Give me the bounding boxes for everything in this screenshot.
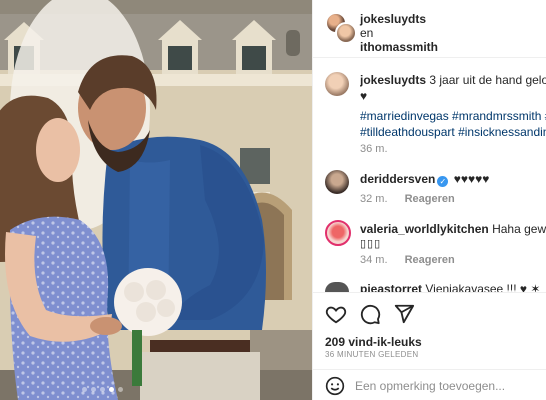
emoji-icon[interactable] <box>325 376 345 396</box>
collab-names: jokesluydts en ithomassmith <box>360 12 438 54</box>
carousel-dot[interactable] <box>82 387 87 392</box>
comment-input[interactable] <box>355 377 540 395</box>
caption-text: jokesluydts 3 jaar uit de hand gelopen l… <box>360 72 546 104</box>
avatar[interactable] <box>325 72 349 96</box>
collab-joiner: en <box>360 26 374 40</box>
post-age: 36 MINUTEN GELEDEN <box>325 350 419 359</box>
post-photo[interactable] <box>0 0 312 400</box>
wedding-photo-illustration <box>0 0 312 400</box>
heart-emoji: ♥ <box>360 89 368 103</box>
comment-text: Haha geweldig ▯ <box>492 222 546 236</box>
comment-text: Vieniakavasee !!! ♥ ✶ <box>425 282 541 292</box>
caption-timestamp: 36 m. <box>360 143 388 155</box>
hashtags: #marriedinvegas #mrandmrssmith #likei #t… <box>360 108 546 140</box>
reply-button[interactable]: Reageren <box>405 193 455 205</box>
post-sidebar: jokesluydts en ithomassmith jokesluydts … <box>312 0 546 400</box>
avatar[interactable] <box>325 282 349 292</box>
post-actions: 209 vind-ik-leuks 36 MINUTEN GELEDEN <box>313 292 546 362</box>
like-count[interactable]: 209 vind-ik-leuks <box>325 335 422 349</box>
comment-text: ♥♥♥♥♥ <box>453 172 490 186</box>
comment-username[interactable]: pieastorret <box>360 282 422 292</box>
collab-avatars[interactable] <box>325 12 359 46</box>
comment-time: 32 m. <box>360 193 388 205</box>
avatar[interactable] <box>325 220 351 246</box>
comment-line: pieastorret Vieniakavasee !!! ♥ ✶ <box>360 282 546 292</box>
comment-line: deriddersven ✓ ♥♥♥♥♥ <box>360 172 546 187</box>
carousel-dot-active[interactable] <box>109 387 114 392</box>
coauthor-username[interactable]: ithomassmith <box>360 40 438 54</box>
carousel-dot[interactable] <box>118 387 123 392</box>
comment-username[interactable]: deriddersven <box>360 172 435 186</box>
avatar[interactable] <box>325 170 349 194</box>
comment-username[interactable]: valeria_worldlykitchen <box>360 222 489 236</box>
avatar[interactable] <box>335 22 357 44</box>
post-header: jokesluydts en ithomassmith <box>313 0 546 58</box>
add-comment-bar <box>313 369 546 400</box>
carousel-dots <box>82 387 123 392</box>
reply-button[interactable]: Reageren <box>405 254 455 266</box>
comment-meta: 34 m. Reageren <box>360 254 469 266</box>
comment-meta: 32 m. Reageren <box>360 193 469 205</box>
author-username[interactable]: jokesluydts <box>360 12 426 26</box>
hashtag-line[interactable]: #marriedinvegas #mrandmrssmith #likei <box>360 108 546 124</box>
caption-username[interactable]: jokesluydts <box>360 73 426 87</box>
comment-icon[interactable] <box>359 303 381 325</box>
comment-text-continued: ▯▯▯ <box>360 238 382 250</box>
carousel-dot[interactable] <box>91 387 96 392</box>
comment-line: valeria_worldlykitchen Haha geweldig ▯ <box>360 222 546 237</box>
heart-icon[interactable] <box>325 303 347 325</box>
comment-time: 34 m. <box>360 254 388 266</box>
hashtag-line[interactable]: #tilldeathdouspart #insicknessandinheal <box>360 124 546 140</box>
action-icons <box>325 303 415 325</box>
caption-body: 3 jaar uit de hand gelopen lo <box>429 73 546 87</box>
verified-badge-icon: ✓ <box>437 176 449 187</box>
carousel-dot[interactable] <box>100 387 105 392</box>
share-icon[interactable] <box>393 303 415 325</box>
